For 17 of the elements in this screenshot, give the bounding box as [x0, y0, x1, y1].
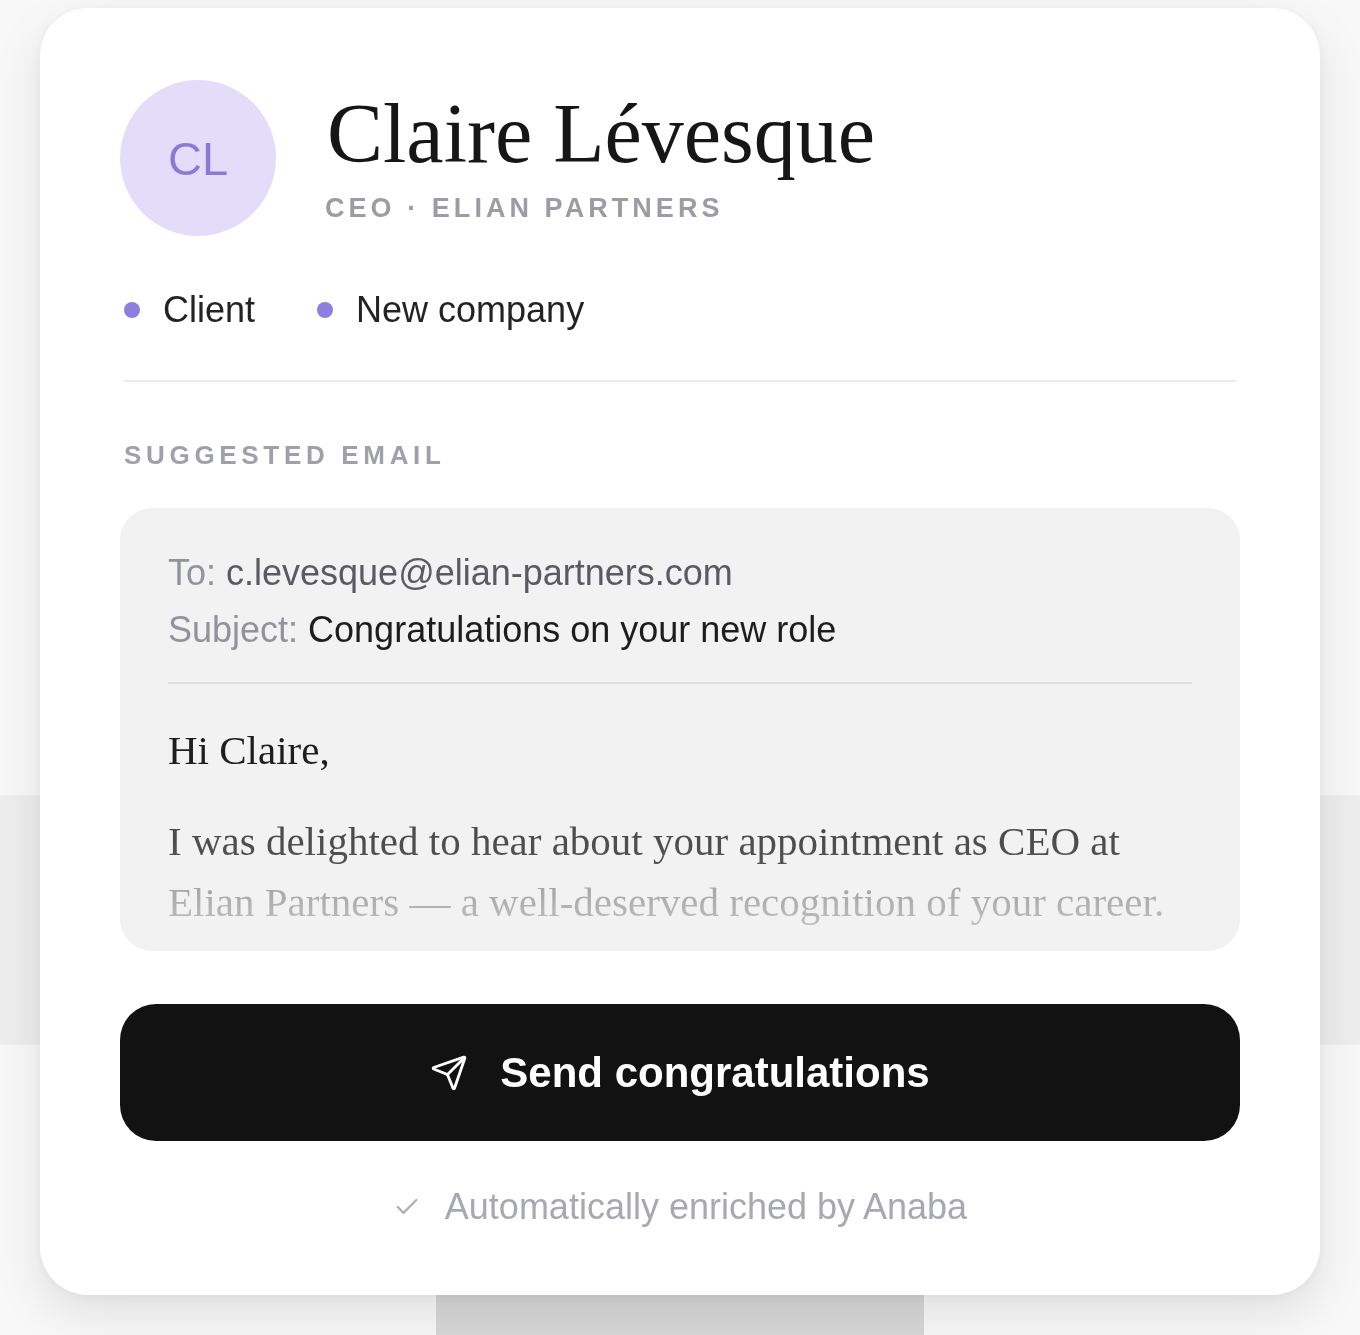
tag-label: New company: [356, 288, 585, 332]
email-field-label: Subject:: [168, 608, 299, 652]
contact-name: Claire Lévesque: [326, 86, 877, 182]
footer-note: Automatically enriched by Anaba: [444, 1185, 968, 1229]
tag-dot-icon: [317, 302, 334, 318]
section-heading: SUGGESTED EMAIL: [124, 439, 446, 471]
tag-dot-icon: [124, 302, 140, 318]
email-field-value: c.levesque@elian-partners.com: [226, 551, 733, 595]
tag-label: Client: [163, 288, 256, 332]
paper-plane-icon: [430, 1053, 469, 1092]
avatar: CL: [120, 80, 276, 236]
email-field-value: Congratulations on your new role: [308, 608, 837, 652]
email-field-label: To:: [168, 551, 217, 595]
email-body-text: I was delighted to hear about your appointment as CEO at Elian Partners — a well-deserved recognition of your career.: [168, 817, 1166, 927]
contact-title: CEO · ELIAN PARTNERS: [325, 192, 724, 224]
email-greeting: Hi Claire,: [168, 726, 330, 775]
send-button[interactable]: Send congratulations: [120, 1004, 1240, 1141]
